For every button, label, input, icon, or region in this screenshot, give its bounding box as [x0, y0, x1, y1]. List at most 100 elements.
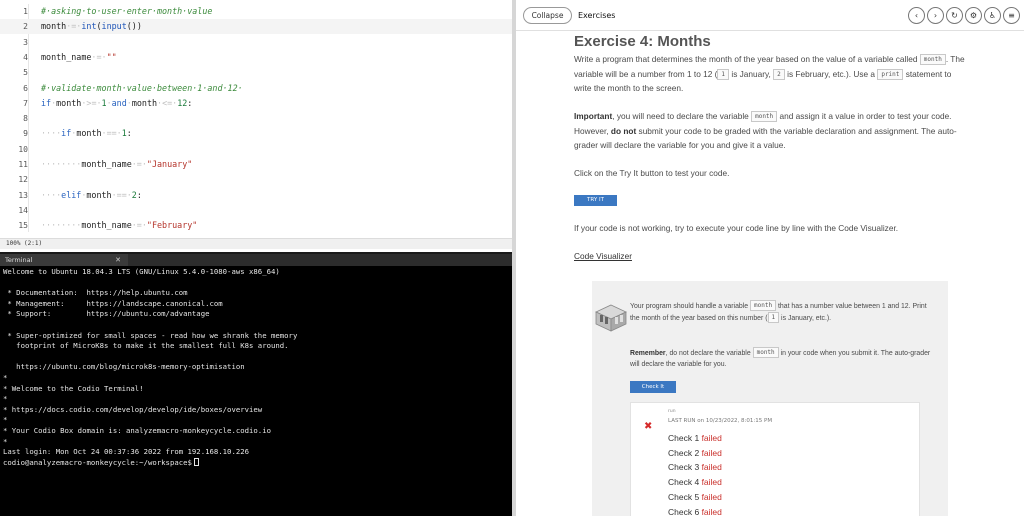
- check-label: Check 5: [668, 491, 700, 502]
- code-line[interactable]: 5: [0, 65, 512, 80]
- exercise-description: Write a program that determines the mont…: [574, 52, 969, 96]
- line-number: 10: [18, 144, 28, 154]
- code-text: ····if·month·==·1:: [41, 126, 132, 141]
- check-result-row: Check 6 failed: [668, 507, 722, 516]
- code-chip: 1: [717, 68, 730, 80]
- terminal[interactable]: Welcome to Ubuntu 18.04.3 LTS (GNU/Linux…: [0, 266, 512, 516]
- line-number: 6: [23, 83, 28, 93]
- code-text: month_name·=·"": [41, 50, 117, 65]
- code-line[interactable]: 1 #·asking·to·user·enter·month·value: [0, 4, 512, 19]
- text: Remember: [630, 350, 666, 357]
- check-it-button[interactable]: Check It: [630, 381, 676, 393]
- terminal-line: * Welcome to the Codio Terminal!: [3, 384, 144, 393]
- last-run-timestamp: LAST RUN on 10/23/2022, 8:01:15 PM: [668, 418, 773, 424]
- menu-icon[interactable]: ≡: [1003, 7, 1020, 24]
- code-chip: print: [877, 68, 904, 80]
- code-token: ·==·: [111, 189, 132, 200]
- exercise-panel: Collapse Exercises ‹ › ↻ ⚙ ♿ ≡ Exercise …: [516, 0, 1024, 516]
- code-token: int: [81, 21, 97, 32]
- code-token: and: [111, 97, 127, 108]
- code-chip: 1: [767, 312, 780, 323]
- code-text: ········month_name·=·"January": [41, 157, 192, 172]
- terminal-text: * Management: https://landscape.canonica…: [3, 298, 223, 308]
- chevron-right-icon[interactable]: ›: [927, 7, 944, 24]
- collapse-button[interactable]: Collapse: [523, 7, 572, 24]
- accessibility-icon[interactable]: ♿: [984, 7, 1001, 24]
- check-status: failed: [701, 433, 722, 443]
- terminal-line: *: [3, 373, 7, 382]
- code-text: ········month_name·=·"February": [41, 218, 197, 233]
- code-line[interactable]: 8: [0, 111, 512, 126]
- nav-icons: ‹ › ↻ ⚙ ♿ ≡: [908, 7, 1020, 24]
- code-token: ·>=·: [81, 97, 102, 108]
- exercise-topbar: Collapse Exercises ‹ › ↻ ⚙ ♿ ≡: [516, 0, 1024, 31]
- check-panel: Your program should handle a variable mo…: [592, 281, 948, 516]
- code-token: "": [106, 51, 117, 62]
- text: is January,: [729, 68, 774, 79]
- terminal-text: *: [3, 373, 8, 382]
- editor-status-bar: 100% (2:1): [0, 238, 512, 249]
- line-number: 4: [23, 52, 28, 62]
- code-token: month: [76, 128, 102, 139]
- terminal-line: * Support: https://ubuntu.com/advantage: [3, 309, 209, 318]
- terminal-line: * Your Codio Box domain is: analyzemacro…: [3, 426, 271, 435]
- check-status: failed: [701, 447, 722, 458]
- code-token: if: [41, 97, 52, 108]
- code-line[interactable]: 10: [0, 142, 512, 157]
- check-reminder: Remember, do not declare the variable mo…: [630, 347, 935, 370]
- code-token: ········: [41, 220, 82, 231]
- line-number: 1: [23, 7, 28, 16]
- code-line[interactable]: 7 if·month·>=·1·and·month·<=·12:: [0, 96, 512, 111]
- visualizer-hint: If your code is not working, try to exec…: [574, 223, 899, 233]
- check-result-row: Check 5 failed: [668, 492, 722, 502]
- code-line[interactable]: 11 ········month_name·=·"January": [0, 157, 512, 172]
- code-line[interactable]: 12: [0, 172, 512, 187]
- terminal-line: https://ubuntu.com/blog/microk8s-memory-…: [3, 362, 245, 372]
- terminal-text: codio@analyzemacro-monkeycycle:~/workspa…: [3, 457, 192, 467]
- line-number: 3: [23, 37, 28, 47]
- code-token: input: [101, 21, 127, 32]
- settings-icon[interactable]: ⚙: [965, 7, 982, 24]
- code-line[interactable]: 3: [0, 35, 512, 50]
- terminal-line: Last login: Mon Oct 24 00:37:36 2022 fro…: [3, 447, 249, 456]
- code-token: ········: [41, 159, 82, 169]
- text: , do not declare the variable: [665, 350, 753, 357]
- code-line[interactable]: 9 ····if·month·==·1:: [0, 126, 512, 141]
- refresh-icon[interactable]: ↻: [946, 7, 963, 24]
- code-line[interactable]: 14: [0, 203, 512, 218]
- line-number: 8: [23, 114, 28, 124]
- code-token: month_name: [81, 159, 132, 169]
- code-line[interactable]: 13 ····elif·month·==·2:: [0, 188, 512, 203]
- code-text: month·=·int(input()): [41, 19, 142, 34]
- text: Important: [574, 111, 613, 121]
- terminal-line: Welcome to Ubuntu 18.04.3 LTS (GNU/Linux…: [3, 267, 280, 276]
- run-label: run: [668, 409, 676, 414]
- terminal-text: https://ubuntu.com/blog/microk8s-memory-…: [3, 362, 245, 372]
- terminal-line: *: [3, 394, 7, 403]
- try-it-button[interactable]: TRY IT: [574, 195, 617, 206]
- code-chip: 2: [773, 68, 785, 80]
- check-result-row: Check 2 failed: [668, 448, 722, 458]
- line-number: 11: [18, 160, 28, 169]
- line-number: 12: [18, 175, 28, 185]
- code-line[interactable]: 4 month_name·=·"": [0, 50, 512, 65]
- tab-terminal[interactable]: Terminal ✕: [0, 254, 128, 266]
- code-line[interactable]: 2 month·=·int(input()): [0, 19, 512, 35]
- code-token: :: [187, 97, 193, 108]
- code-visualizer-link[interactable]: Code Visualizer: [574, 251, 632, 261]
- text: is January, etc.).: [779, 315, 832, 322]
- code-line[interactable]: 15 ········month_name·=·"February": [0, 218, 512, 233]
- code-token: ·=·: [131, 220, 147, 231]
- terminal-line: *: [3, 415, 7, 424]
- chevron-left-icon[interactable]: ‹: [908, 7, 925, 24]
- text: do not: [610, 125, 637, 136]
- code-line[interactable]: 6 #·validate·month·value·between·1·and·12…: [0, 81, 512, 96]
- terminal-line: footprint of MicroK8s to make it the sma…: [3, 341, 288, 350]
- code-token: month_name: [41, 51, 92, 62]
- close-icon[interactable]: ✕: [115, 254, 121, 266]
- terminal-tab-label: Terminal: [5, 256, 33, 264]
- check-results-card: run ✖ LAST RUN on 10/23/2022, 8:01:15 PM…: [630, 402, 920, 516]
- try-it-hint: Click on the Try It button to test your …: [574, 168, 730, 178]
- code-editor[interactable]: 1 #·asking·to·user·enter·month·value 2 mont…: [0, 0, 512, 238]
- exercises-tab[interactable]: Exercises: [578, 8, 615, 23]
